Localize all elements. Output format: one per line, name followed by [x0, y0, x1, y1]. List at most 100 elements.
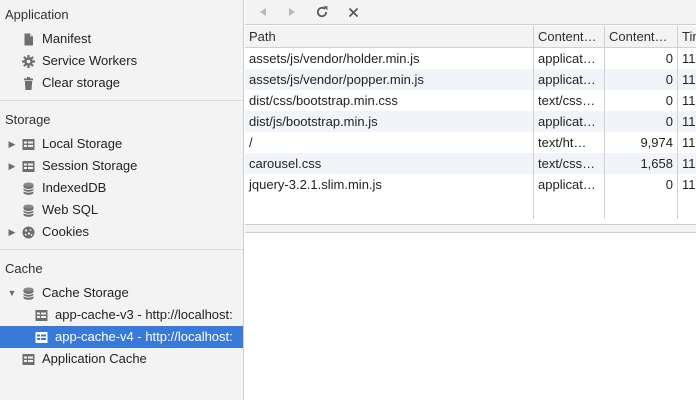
sidebar-item-label: Manifest [42, 31, 92, 46]
cell-time: 11 [677, 90, 696, 111]
forward-button[interactable] [282, 3, 302, 21]
cell-path: jquery-3.2.1.slim.min.js [249, 177, 382, 192]
table-header: Path Content… Content… Tin [245, 26, 696, 48]
table-row[interactable]: assets/js/vendor/holder.min.js applicat… 0… [245, 48, 696, 69]
grid-icon [35, 309, 48, 322]
section-title-cache: Cache [5, 261, 43, 276]
split-view-resizer[interactable] [245, 224, 696, 233]
cell-content-length: 0 [604, 174, 677, 195]
sidebar-item-label: Clear storage [42, 75, 121, 90]
column-header-path[interactable]: Path [245, 26, 533, 47]
filler-cell [533, 195, 604, 219]
document-icon [22, 33, 35, 46]
grid-icon [22, 353, 35, 366]
cell-content-length: 0 [604, 69, 677, 90]
filler-cell [677, 195, 696, 219]
triangle-right-icon [289, 8, 295, 16]
cell-time: 11 [677, 174, 696, 195]
cell-content-type: applicat… [533, 48, 604, 69]
cookie-icon [22, 226, 35, 239]
sidebar-item-session-storage[interactable]: ▶ Session Storage [0, 155, 243, 177]
expand-arrow-icon[interactable]: ▶ [7, 155, 17, 177]
section-title-storage: Storage [5, 112, 51, 127]
sidebar-item-manifest[interactable]: Manifest [0, 28, 243, 50]
sidebar-item-label: Cookies [42, 224, 89, 239]
database-icon [22, 182, 35, 195]
cell-time: 11 [677, 153, 696, 174]
cell-content-type: applicat… [533, 69, 604, 90]
section-title-application: Application [5, 7, 69, 22]
cell-content-type: text/ht… [533, 132, 604, 153]
delete-button[interactable] [343, 3, 363, 21]
cell-content-length: 0 [604, 48, 677, 69]
cell-content-type: applicat… [533, 111, 604, 132]
sidebar-item-app-cache-v3[interactable]: app-cache-v3 - http://localhost: [0, 304, 243, 326]
sidebar-item-web-sql[interactable]: Web SQL [0, 199, 243, 221]
cell-path: dist/css/bootstrap.min.css [249, 93, 398, 108]
grid-icon [22, 138, 35, 151]
close-icon [348, 7, 358, 17]
section-application: Application Manifest Service Workers Cle… [0, 0, 243, 101]
sidebar: Application Manifest Service Workers Cle… [0, 0, 244, 400]
sidebar-item-label: Service Workers [42, 53, 138, 68]
database-icon [22, 287, 35, 300]
table-row[interactable]: / text/ht… 9,974 11 [245, 132, 696, 153]
sidebar-item-label: IndexedDB [42, 180, 107, 195]
cell-time: 11 [677, 48, 696, 69]
cell-time: 11 [677, 69, 696, 90]
sidebar-item-label: Session Storage [42, 158, 138, 173]
cell-path: / [249, 135, 253, 150]
sidebar-item-local-storage[interactable]: ▶ Local Storage [0, 133, 243, 155]
filler-cell [604, 195, 677, 219]
cell-content-type: text/css… [533, 153, 604, 174]
cell-path: dist/js/bootstrap.min.js [249, 114, 378, 129]
table-body: assets/js/vendor/holder.min.js applicat… 0… [245, 48, 696, 195]
column-header-time[interactable]: Tin [677, 26, 696, 47]
table-filler [245, 195, 696, 219]
cell-time: 11 [677, 132, 696, 153]
cell-content-length: 0 [604, 90, 677, 111]
filler-cell [245, 195, 533, 219]
table-row[interactable]: assets/js/vendor/popper.min.js applicat… 0… [245, 69, 696, 90]
sidebar-item-service-workers[interactable]: Service Workers [0, 50, 243, 72]
toolbar [245, 0, 696, 25]
cache-entries-table: Path Content… Content… Tin assets/js/ven… [245, 26, 696, 219]
column-header-content-length[interactable]: Content… [604, 26, 677, 47]
sidebar-item-label: app-cache-v3 - http://localhost: [55, 307, 233, 322]
cell-content-length: 0 [604, 111, 677, 132]
trash-icon [22, 77, 35, 90]
table-row[interactable]: dist/js/bootstrap.min.js applicat… 0 11 [245, 111, 696, 132]
cell-content-type: applicat… [533, 174, 604, 195]
back-button[interactable] [253, 3, 273, 21]
sidebar-item-cookies[interactable]: ▶ Cookies [0, 221, 243, 243]
section-cache: Cache ▼ Cache Storage app-cache-v3 - htt… [0, 250, 243, 376]
triangle-left-icon [260, 8, 266, 16]
sidebar-item-indexeddb[interactable]: IndexedDB [0, 177, 243, 199]
sidebar-item-label: Cache Storage [42, 285, 129, 300]
sidebar-item-app-cache-v4[interactable]: app-cache-v4 - http://localhost: [0, 326, 243, 348]
table-row[interactable]: dist/css/bootstrap.min.css text/css… 0 11 [245, 90, 696, 111]
column-header-content-type[interactable]: Content… [533, 26, 604, 47]
expand-arrow-icon[interactable]: ▶ [7, 221, 17, 243]
sidebar-item-label: Application Cache [42, 351, 147, 366]
cell-time: 11 [677, 111, 696, 132]
cell-content-length: 1,658 [604, 153, 677, 174]
section-storage: Storage ▶ Local Storage ▶ Session Storag… [0, 101, 243, 250]
table-row[interactable]: carousel.css text/css… 1,658 11 [245, 153, 696, 174]
refresh-button[interactable] [312, 3, 332, 21]
grid-icon [22, 160, 35, 173]
sidebar-item-application-cache[interactable]: Application Cache [0, 348, 243, 370]
sidebar-item-cache-storage[interactable]: ▼ Cache Storage [0, 282, 243, 304]
expand-arrow-icon[interactable]: ▶ [7, 133, 17, 155]
grid-icon [35, 331, 48, 344]
cell-path: assets/js/vendor/holder.min.js [249, 51, 420, 66]
cell-path: carousel.css [249, 156, 322, 171]
gear-icon [22, 55, 35, 68]
cell-path: assets/js/vendor/popper.min.js [249, 72, 424, 87]
collapse-arrow-icon[interactable]: ▼ [7, 282, 17, 304]
sidebar-item-label: Web SQL [42, 202, 99, 217]
database-icon [22, 204, 35, 217]
table-row[interactable]: jquery-3.2.1.slim.min.js applicat… 0 11 [245, 174, 696, 195]
sidebar-item-clear-storage[interactable]: Clear storage [0, 72, 243, 94]
cache-storage-view: Path Content… Content… Tin assets/js/ven… [245, 0, 696, 400]
